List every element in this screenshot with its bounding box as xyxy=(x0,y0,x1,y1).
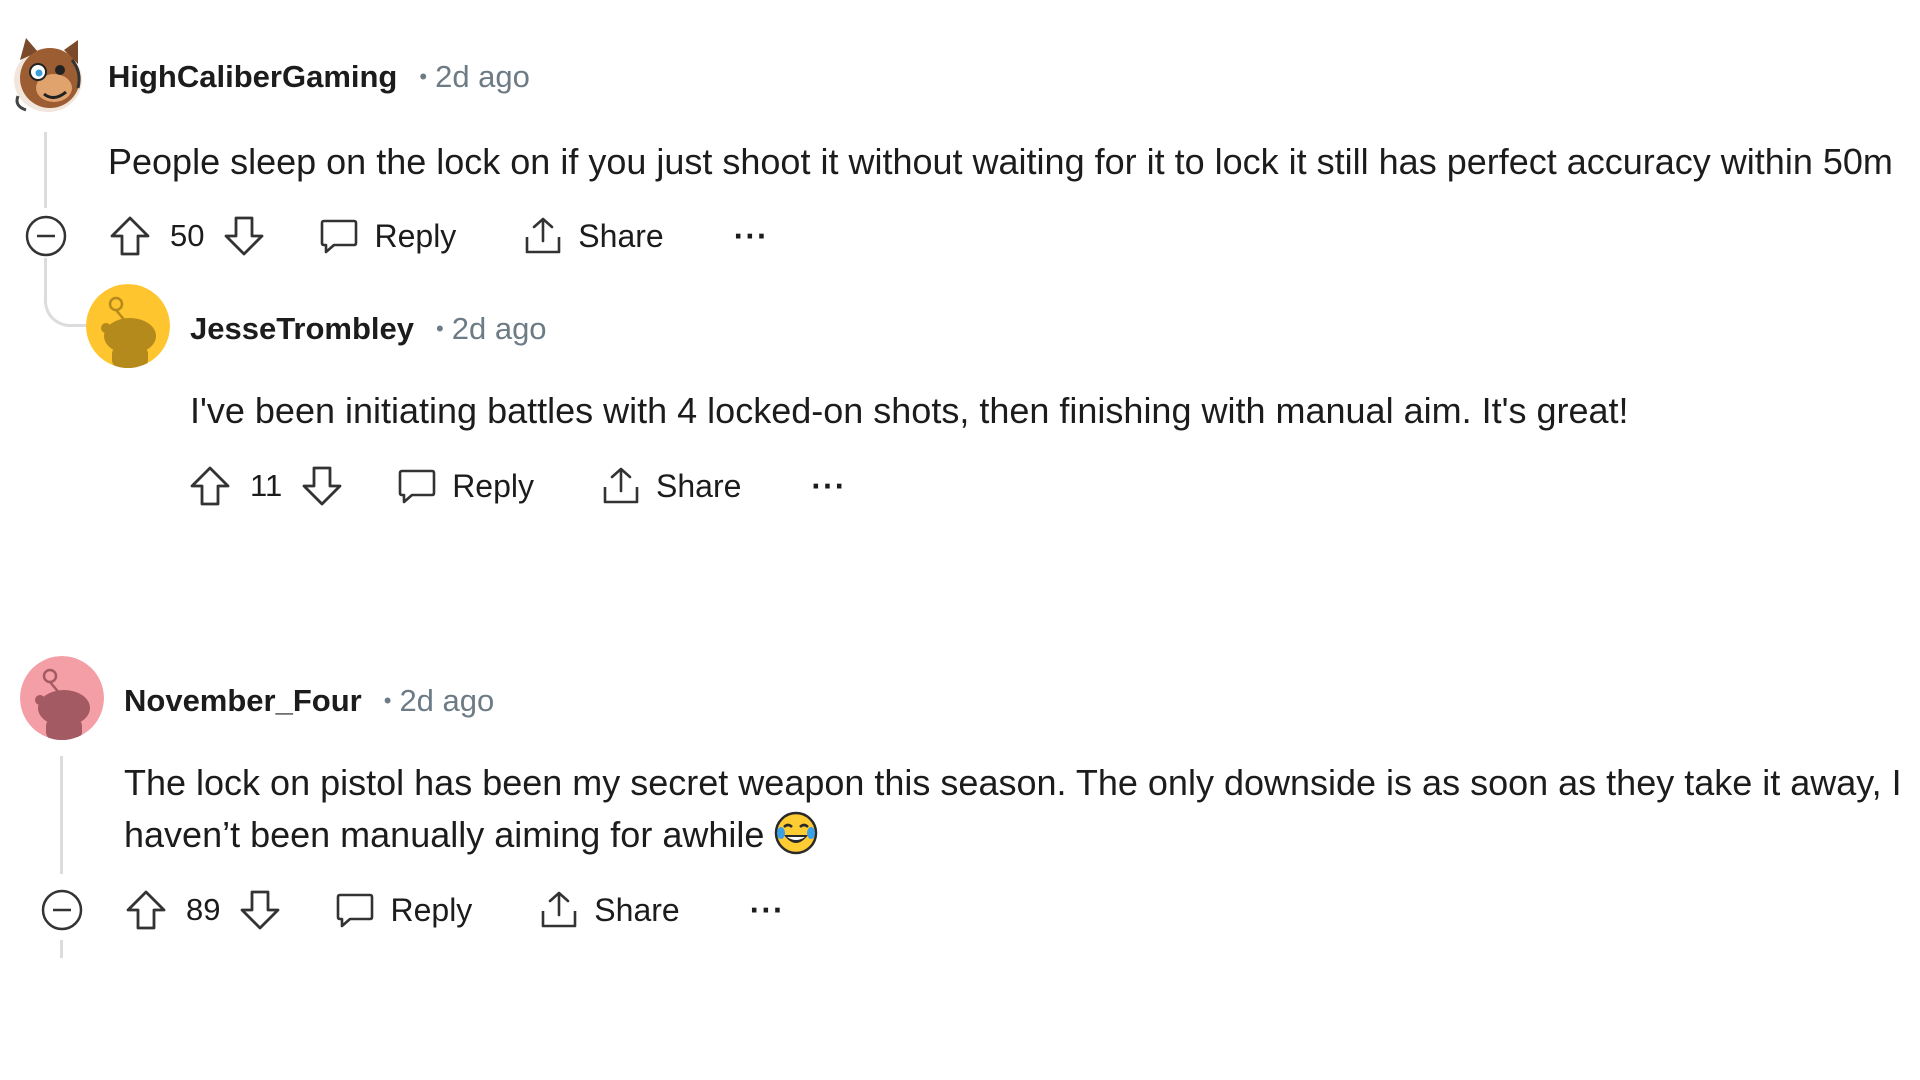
reply-button[interactable]: Reply xyxy=(396,465,534,507)
upvote-button[interactable] xyxy=(188,464,232,508)
timestamp[interactable]: 2d ago xyxy=(399,683,494,719)
vote-controls: 11 xyxy=(188,464,344,508)
speech-bubble-icon xyxy=(398,469,436,504)
separator-dot: • xyxy=(436,316,444,341)
comment-action-bar: 89 Reply Share ··· xyxy=(40,880,785,940)
reply-label: Reply xyxy=(452,467,534,504)
vote-score: 50 xyxy=(170,218,205,253)
upvote-arrow-icon xyxy=(190,466,230,506)
separator-dot: • xyxy=(419,64,428,89)
separator-dot: • xyxy=(383,688,392,713)
comment-body: People sleep on the lock on if you just … xyxy=(108,141,1893,182)
avatar[interactable] xyxy=(20,656,104,740)
downvote-button[interactable] xyxy=(300,464,344,508)
thread-branch-reply-1 xyxy=(44,258,87,327)
comment-meta: HighCaliberGaming • 2d ago xyxy=(108,56,530,98)
downvote-arrow-icon xyxy=(241,890,280,930)
share-upload-icon xyxy=(541,891,577,928)
timestamp[interactable]: 2d ago xyxy=(452,311,547,347)
snoo-default-avatar-icon xyxy=(20,656,104,740)
snoo-default-avatar-icon xyxy=(86,284,170,368)
avatar[interactable] xyxy=(86,284,170,368)
vote-controls: 50 xyxy=(108,214,266,258)
share-button[interactable]: Share xyxy=(538,889,680,931)
comment-action-bar: 11 Reply Share ··· xyxy=(188,456,846,516)
more-options-button[interactable]: ··· xyxy=(750,894,785,926)
vote-score: 89 xyxy=(186,892,221,927)
comments-page: HighCaliberGaming • 2d ago People sleep … xyxy=(0,0,1920,1080)
reply-button[interactable]: Reply xyxy=(334,889,472,931)
share-button[interactable]: Share xyxy=(522,215,664,257)
reply-label: Reply xyxy=(374,217,457,254)
thread-line-comment-2[interactable] xyxy=(60,756,63,874)
avatar[interactable] xyxy=(8,30,86,114)
reply-label: Reply xyxy=(390,891,473,928)
username[interactable]: November_Four xyxy=(124,683,362,719)
upvote-button[interactable] xyxy=(108,214,152,258)
collapse-thread-button[interactable] xyxy=(24,214,68,258)
minus-circle-icon xyxy=(41,889,83,931)
timestamp[interactable]: 2d ago xyxy=(435,59,530,95)
share-label: Share xyxy=(594,891,680,928)
comment-action-bar: 50 Reply Share ··· xyxy=(24,206,769,266)
downvote-button[interactable] xyxy=(238,888,282,932)
thread-line-comment-1[interactable] xyxy=(44,132,47,208)
vote-controls: 89 xyxy=(124,888,282,932)
downvote-button[interactable] xyxy=(222,214,266,258)
upvote-arrow-icon xyxy=(126,890,166,930)
face-with-tears-of-joy-emoji-icon xyxy=(774,811,818,869)
vote-score: 11 xyxy=(250,468,283,503)
share-upload-icon xyxy=(525,217,561,254)
speech-bubble-icon xyxy=(321,219,358,254)
comment-body-line: The lock on pistol has been my secret we… xyxy=(124,762,1902,803)
upvote-button[interactable] xyxy=(124,888,168,932)
comment-body: The lock on pistol has been my secret we… xyxy=(124,757,1902,869)
brown-bear-character-avatar-icon xyxy=(14,38,82,112)
minus-circle-icon xyxy=(25,215,67,257)
speech-bubble-icon xyxy=(337,893,374,928)
comment-body-line-text: haven’t been manually aiming for awhile xyxy=(124,814,765,855)
comment-body-line: haven’t been manually aiming for awhile xyxy=(124,809,1902,869)
more-options-button[interactable]: ··· xyxy=(811,470,846,502)
more-options-button[interactable]: ··· xyxy=(734,220,769,252)
username[interactable]: HighCaliberGaming xyxy=(108,59,397,95)
reply-button[interactable]: Reply xyxy=(318,215,456,257)
downvote-arrow-icon xyxy=(302,466,342,506)
collapse-thread-button[interactable] xyxy=(40,888,84,932)
share-button[interactable]: Share xyxy=(600,465,741,507)
comment-meta: November_Four • 2d ago xyxy=(124,680,494,722)
share-label: Share xyxy=(578,217,664,254)
upvote-arrow-icon xyxy=(110,216,150,256)
comment-meta: JesseTrombley • 2d ago xyxy=(190,308,547,350)
downvote-arrow-icon xyxy=(225,216,264,256)
username[interactable]: JesseTrombley xyxy=(190,311,414,347)
share-upload-icon xyxy=(603,467,639,504)
thread-line-comment-2-tail xyxy=(60,940,63,958)
share-label: Share xyxy=(656,467,742,504)
comment-body: I've been initiating battles with 4 lock… xyxy=(190,390,1629,431)
